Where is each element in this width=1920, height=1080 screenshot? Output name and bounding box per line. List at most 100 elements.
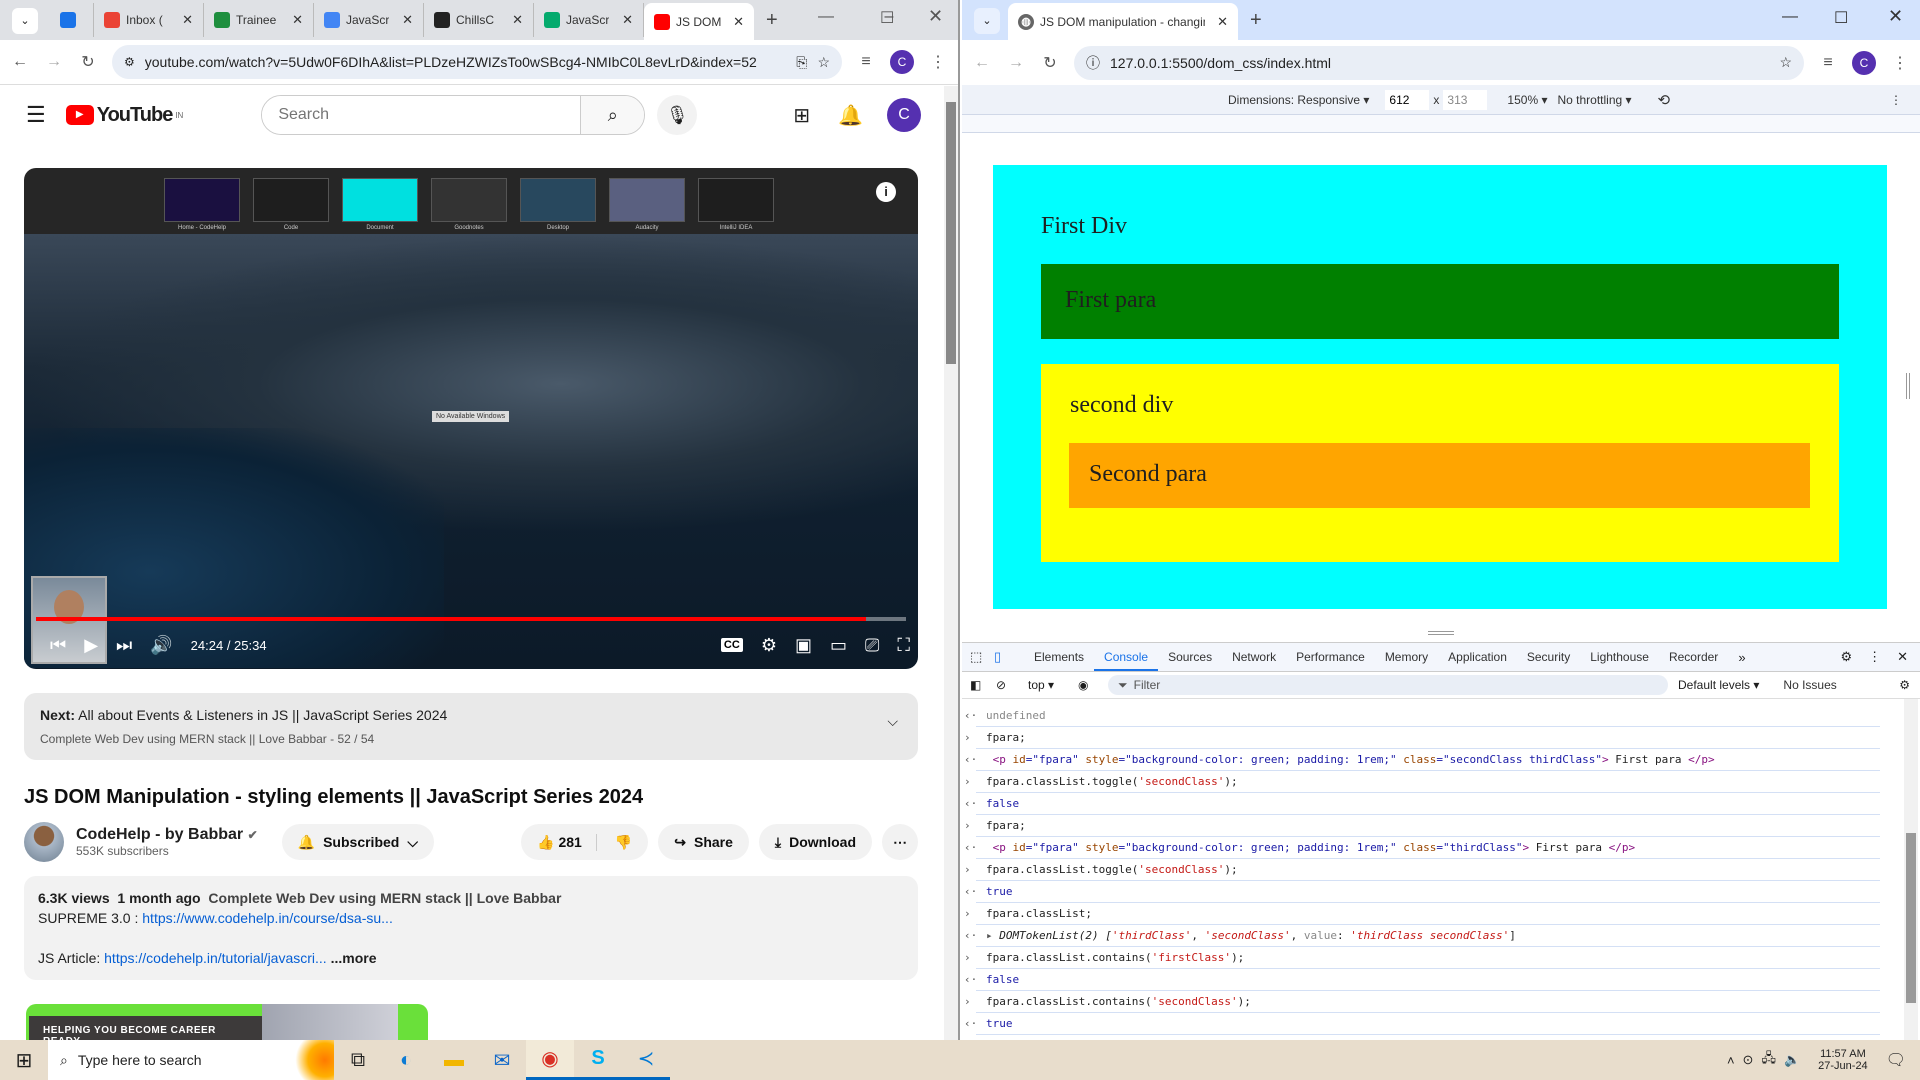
page-scrollbar[interactable] xyxy=(944,86,958,1040)
device-toolbar-menu-icon[interactable]: ⋮ xyxy=(1890,93,1902,107)
devtools-tab-performance[interactable]: Performance xyxy=(1286,643,1375,671)
device-toggle-icon[interactable]: ▯ xyxy=(994,649,1024,665)
file-explorer-icon[interactable]: ▬ xyxy=(430,1040,478,1080)
info-icon[interactable]: ⓘ xyxy=(1086,53,1100,73)
close-tab-icon[interactable]: ✕ xyxy=(286,12,303,28)
close-tab-icon[interactable]: ✕ xyxy=(616,12,633,28)
url-bar[interactable]: ⓘ 127.0.0.1:5500/dom_css/index.html ☆ xyxy=(1074,45,1804,80)
mail-icon[interactable]: ✉ xyxy=(478,1040,526,1080)
url-text[interactable]: 127.0.0.1:5500/dom_css/index.html xyxy=(1110,55,1769,71)
menu-icon[interactable]: ⋮ xyxy=(1890,53,1910,73)
url-bar[interactable]: ⚙ youtube.com/watch?v=5Udw0F6DIhA&list=P… xyxy=(112,45,842,79)
cast-icon[interactable]: ⎚ xyxy=(865,635,879,656)
taskbar-search[interactable]: ⌕ Type here to search xyxy=(48,1040,334,1080)
meet-now-icon[interactable]: ⊙ xyxy=(1743,1052,1754,1068)
close-tab-icon[interactable]: ✕ xyxy=(396,12,413,28)
zoom-dropdown[interactable]: 150% ▾ xyxy=(1507,93,1547,107)
close-tab-icon[interactable]: ✕ xyxy=(1211,14,1228,30)
download-button[interactable]: ⤓ Download xyxy=(758,824,872,860)
channel-name[interactable]: CodeHelp - by Babbar xyxy=(76,826,243,843)
menu-icon[interactable]: ⋮ xyxy=(928,52,948,72)
next-video-title[interactable]: All about Events & Listeners in JS || Ja… xyxy=(78,707,447,723)
profile-avatar[interactable]: C xyxy=(890,50,914,74)
tab-gmail[interactable]: Inbox (✕ xyxy=(94,3,204,37)
theater-mode-icon[interactable]: ▭ xyxy=(830,635,847,656)
tab-search-button[interactable]: ⌄ xyxy=(12,8,38,34)
clock[interactable]: 11:57 AM 27-Jun-24 xyxy=(1818,1048,1868,1072)
create-video-icon[interactable]: ⊞ xyxy=(793,103,810,128)
dislike-button[interactable]: 👎 xyxy=(605,834,648,851)
log-levels-dropdown[interactable]: Default levels ▾ xyxy=(1678,678,1759,692)
issues-counter[interactable]: No Issues xyxy=(1783,678,1836,692)
network-icon[interactable]: 🖧 xyxy=(1761,1049,1776,1071)
volume-icon[interactable]: 🔊 xyxy=(150,635,172,656)
more-link[interactable]: ...more xyxy=(331,950,377,966)
devtools-menu-icon[interactable]: ⋮ xyxy=(1868,649,1881,665)
bookmark-star-icon[interactable]: ☆ xyxy=(1779,54,1792,71)
viewport-bottom-handle[interactable] xyxy=(1428,631,1454,635)
show-hidden-icons-chevron-icon[interactable]: ˄ xyxy=(1727,1053,1735,1068)
throttling-dropdown[interactable]: No throttling ▾ xyxy=(1557,93,1631,107)
maximize-icon[interactable]: ☐ xyxy=(880,8,894,28)
profile-avatar[interactable]: C xyxy=(1852,50,1876,75)
site-settings-icon[interactable]: ⚙ xyxy=(124,55,135,69)
settings-gear-icon[interactable]: ⚙ xyxy=(761,635,777,656)
viewport-resize-handle[interactable] xyxy=(1906,373,1910,399)
next-video-panel[interactable]: Next: All about Events & Listeners in JS… xyxy=(24,693,918,760)
hamburger-menu-icon[interactable]: ☰ xyxy=(26,102,46,128)
chrome-icon[interactable]: ◉ xyxy=(526,1040,574,1080)
tab-w3schools[interactable]: JavaScr ✕ xyxy=(534,3,644,37)
more-tabs-icon[interactable]: » xyxy=(1738,650,1745,665)
tab-docs[interactable]: JavaScr ✕ xyxy=(314,3,424,37)
install-app-icon[interactable]: ⎘ xyxy=(796,54,807,71)
task-view-icon[interactable]: ⧉ xyxy=(334,1040,382,1080)
minimize-icon[interactable]: — xyxy=(1782,8,1798,26)
devtools-tab-elements[interactable]: Elements xyxy=(1024,643,1094,671)
channel-avatar[interactable] xyxy=(24,822,64,862)
devtools-tab-memory[interactable]: Memory xyxy=(1375,643,1438,671)
console-output[interactable]: ‹· undefined › fpara; ‹· <p id="fpara" style… xyxy=(962,699,1920,1039)
close-tab-icon[interactable]: ✕ xyxy=(176,12,193,28)
close-window-icon[interactable]: ✕ xyxy=(1888,6,1903,27)
new-tab-button[interactable]: + xyxy=(754,9,790,40)
tab-js-dom-manipulation[interactable]: ◍ JS DOM manipulation - changin ✕ xyxy=(1008,3,1238,40)
console-scrollbar[interactable] xyxy=(1904,699,1918,1040)
devtools-tab-application[interactable]: Application xyxy=(1438,643,1517,671)
tab-sheets[interactable]: Trainee ✕ xyxy=(204,3,314,37)
playlist-link[interactable]: Complete Web Dev using MERN stack || Lov… xyxy=(208,890,561,906)
back-icon[interactable]: ← xyxy=(10,53,30,71)
miniplayer-icon[interactable]: ▣ xyxy=(795,635,812,656)
close-tab-icon[interactable]: ✕ xyxy=(727,14,744,30)
reload-icon[interactable]: ↻ xyxy=(78,52,98,72)
minimize-icon[interactable]: — xyxy=(818,8,834,26)
tab-youtube[interactable]: JS DOM ✕ xyxy=(644,3,754,40)
context-selector[interactable]: top ▾ xyxy=(1028,678,1078,692)
volume-icon[interactable]: 🔈 xyxy=(1784,1052,1800,1068)
fullscreen-icon[interactable]: ⛶ xyxy=(897,635,910,656)
forward-icon[interactable]: → xyxy=(44,53,64,71)
youtube-logo[interactable]: ▶ YouTube IN xyxy=(65,104,183,127)
sidebar-toggle-icon[interactable]: ◧ xyxy=(970,678,996,692)
close-window-icon[interactable]: ✕ xyxy=(928,6,943,27)
new-tab-button[interactable]: + xyxy=(1238,9,1274,40)
devtools-settings-icon[interactable]: ⚙ xyxy=(1840,649,1852,665)
ad-banner[interactable]: HELPING YOU BECOME CAREER READY xyxy=(26,1004,428,1040)
play-icon[interactable]: ▶ xyxy=(84,635,98,656)
width-input[interactable] xyxy=(1385,89,1430,110)
devtools-tab-lighthouse[interactable]: Lighthouse xyxy=(1580,643,1659,671)
progress-bar[interactable] xyxy=(36,617,906,621)
captions-icon[interactable]: CC xyxy=(720,638,743,652)
account-avatar[interactable]: C xyxy=(886,98,921,132)
expand-chevron-icon[interactable]: ⌵ xyxy=(887,713,898,730)
tab-search-button[interactable]: ⌄ xyxy=(974,8,1000,34)
devtools-tab-sources[interactable]: Sources xyxy=(1158,643,1222,671)
maximize-icon[interactable]: ☐ xyxy=(1834,8,1848,28)
article-link[interactable]: https://codehelp.in/tutorial/javascri... xyxy=(104,950,327,966)
media-icon[interactable]: ≡ xyxy=(1818,54,1838,72)
close-tab-icon[interactable]: ✕ xyxy=(506,12,523,28)
share-button[interactable]: ↪ Share xyxy=(658,824,749,860)
skype-icon[interactable]: S xyxy=(574,1040,622,1080)
rotate-icon[interactable]: ⟲ xyxy=(1658,91,1671,109)
supreme-link[interactable]: https://www.codehelp.in/course/dsa-su... xyxy=(142,910,393,926)
more-actions-button[interactable]: ⋯ xyxy=(882,824,918,860)
